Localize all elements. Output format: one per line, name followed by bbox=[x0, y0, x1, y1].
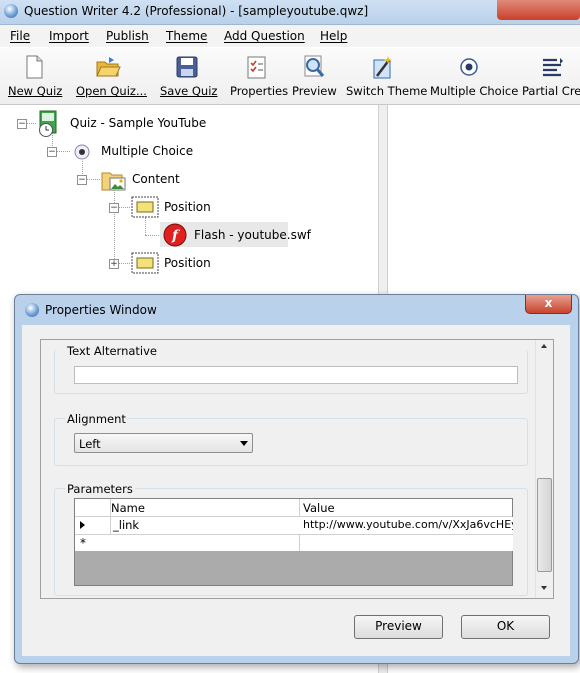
position-frame-icon bbox=[131, 196, 159, 221]
collapse-content-toggle[interactable]: − bbox=[77, 175, 87, 185]
alignment-label: Alignment bbox=[65, 412, 128, 426]
save-quiz-label: Save Quiz bbox=[160, 84, 218, 98]
text-alternative-input[interactable] bbox=[74, 366, 518, 384]
menu-help[interactable]: Help bbox=[320, 29, 347, 43]
multiple-choice-label: Multiple Choice bbox=[430, 84, 519, 98]
new-row-marker[interactable]: * bbox=[75, 535, 116, 551]
parameters-label: Parameters bbox=[65, 482, 135, 496]
tree-node-position-2[interactable]: Position bbox=[164, 256, 211, 270]
app-icon bbox=[4, 4, 18, 18]
new-param-value-cell[interactable] bbox=[300, 535, 513, 551]
new-quiz-button[interactable]: New Quiz bbox=[8, 54, 63, 98]
tree-node-multiple-choice[interactable]: Multiple Choice bbox=[101, 144, 193, 158]
parameters-grid: Name Value _link http://www.youtube.com/… bbox=[74, 498, 513, 586]
window-title: Question Writer 4.2 (Professional) - [sa… bbox=[24, 4, 369, 18]
row-selector[interactable] bbox=[75, 517, 111, 535]
position-frame-icon bbox=[131, 252, 159, 277]
properties-label: Properties bbox=[230, 84, 289, 98]
open-quiz-label: Open Quiz... bbox=[76, 84, 147, 98]
param-name-cell[interactable]: _link bbox=[111, 517, 302, 535]
preview-button[interactable]: Preview bbox=[354, 615, 443, 639]
properties-scroll-panel: Text Alternative Alignment Left Paramete… bbox=[40, 339, 554, 599]
text-alternative-label: Text Alternative bbox=[65, 344, 160, 358]
properties-scrollbar[interactable] bbox=[535, 340, 553, 598]
properties-dialog: Properties Window x Text Alternative Ali… bbox=[14, 294, 579, 664]
text-alternative-group: Text Alternative bbox=[54, 344, 528, 394]
tree-node-content[interactable]: Content bbox=[132, 172, 180, 186]
partial-credit-button[interactable]: Partial Credi bbox=[522, 54, 580, 98]
dialog-app-icon bbox=[25, 303, 39, 317]
column-divider bbox=[299, 499, 300, 516]
new-param-name-cell[interactable] bbox=[111, 535, 300, 551]
open-folder-icon bbox=[95, 54, 121, 80]
partial-credit-label: Partial Credi bbox=[522, 84, 580, 98]
flash-icon: f bbox=[162, 222, 188, 251]
floppy-disk-icon bbox=[174, 54, 200, 80]
column-header-name[interactable]: Name bbox=[111, 501, 297, 515]
open-quiz-button[interactable]: Open Quiz... bbox=[76, 54, 147, 98]
collapse-multiple-choice-toggle[interactable]: − bbox=[47, 147, 57, 157]
new-document-icon bbox=[21, 54, 47, 80]
toolbar: New Quiz Open Quiz... Save Quiz Properti… bbox=[0, 48, 580, 105]
tree-connector bbox=[145, 235, 161, 236]
scroll-thumb[interactable] bbox=[537, 478, 552, 572]
switch-theme-label: Switch Theme bbox=[346, 84, 428, 98]
expand-position-toggle[interactable]: + bbox=[109, 259, 119, 269]
new-quiz-label: New Quiz bbox=[8, 84, 63, 98]
dialog-body: Text Alternative Alignment Left Paramete… bbox=[22, 325, 570, 656]
alignment-group: Alignment Left bbox=[54, 412, 528, 466]
menu-import[interactable]: Import bbox=[49, 29, 89, 43]
menu-file[interactable]: File bbox=[10, 29, 30, 43]
scroll-up-icon[interactable] bbox=[541, 344, 547, 348]
dialog-close-button[interactable]: x bbox=[525, 295, 572, 314]
magic-wand-icon bbox=[369, 54, 395, 80]
collapse-position-toggle[interactable]: − bbox=[109, 203, 119, 213]
alignment-dropdown[interactable]: Left bbox=[74, 433, 253, 453]
tree-node-quiz[interactable]: Quiz - Sample YouTube bbox=[70, 116, 206, 130]
properties-checklist-icon bbox=[243, 54, 269, 80]
preview-button[interactable]: Preview bbox=[292, 54, 337, 98]
radio-button-icon bbox=[456, 54, 482, 80]
list-icon bbox=[540, 54, 566, 80]
grid-header: Name Value bbox=[75, 499, 512, 517]
preview-label: Preview bbox=[292, 84, 337, 98]
save-quiz-button[interactable]: Save Quiz bbox=[160, 54, 218, 98]
main-title-bar: Question Writer 4.2 (Professional) - [sa… bbox=[0, 0, 580, 25]
window-close-button[interactable] bbox=[497, 0, 580, 20]
tree-node-flash[interactable]: Flash - youtube.swf bbox=[194, 228, 311, 242]
scroll-down-icon[interactable] bbox=[541, 586, 547, 590]
radio-button-icon bbox=[72, 142, 92, 165]
chevron-down-icon bbox=[240, 441, 248, 446]
menu-bar: File Import Publish Theme Add Question H… bbox=[0, 25, 580, 47]
content-folder-icon bbox=[100, 169, 128, 196]
current-row-arrow-icon bbox=[80, 521, 85, 529]
column-header-value[interactable]: Value bbox=[303, 501, 508, 515]
switch-theme-button[interactable]: Switch Theme bbox=[346, 54, 428, 98]
tree-node-position[interactable]: Position bbox=[164, 200, 211, 214]
menu-add-question[interactable]: Add Question bbox=[224, 29, 305, 43]
dialog-title: Properties Window bbox=[45, 303, 157, 317]
menu-publish[interactable]: Publish bbox=[106, 29, 149, 43]
magnifier-icon bbox=[301, 54, 327, 80]
alignment-selected-value: Left bbox=[79, 437, 101, 451]
multiple-choice-button[interactable]: Multiple Choice bbox=[430, 54, 519, 98]
row-header-corner bbox=[75, 499, 111, 516]
tree-connector bbox=[114, 189, 115, 263]
ok-button[interactable]: OK bbox=[461, 615, 550, 639]
properties-button[interactable]: Properties bbox=[230, 54, 289, 98]
param-value-cell[interactable]: http://www.youtube.com/v/XxJa6vcHEyg bbox=[300, 517, 513, 535]
quiz-book-icon bbox=[36, 110, 66, 141]
menu-theme[interactable]: Theme bbox=[166, 29, 207, 43]
collapse-quiz-toggle[interactable]: − bbox=[17, 119, 27, 129]
